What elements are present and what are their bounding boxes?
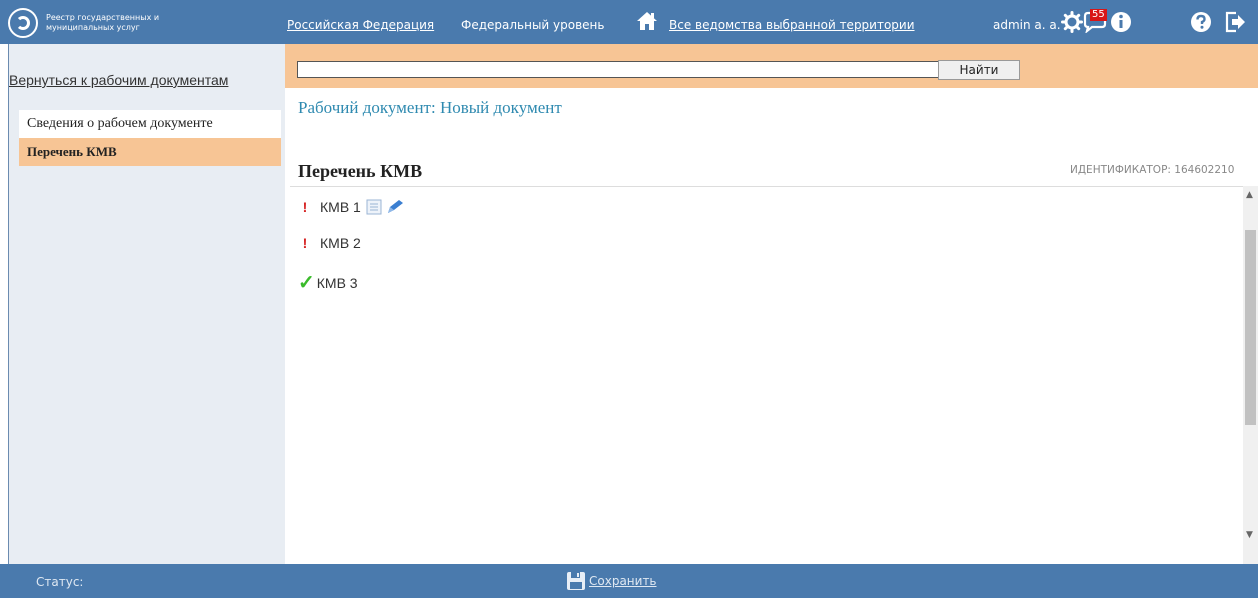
list-item[interactable]: ! КМВ 1	[290, 196, 405, 218]
home-icon[interactable]	[636, 10, 658, 32]
logo-text: Реестр государственных и муниципальных у…	[46, 13, 186, 33]
sidebar-item-document-info[interactable]: Сведения о рабочем документе	[19, 110, 281, 138]
user-name[interactable]: admin a. a.	[993, 18, 1061, 32]
status-footer: Статус: Сохранить	[0, 564, 1258, 598]
scroll-up-icon[interactable]: ▲	[1246, 190, 1253, 200]
scrollbar-thumb[interactable]	[1245, 230, 1256, 425]
kmv-label: КМВ 3	[316, 275, 358, 291]
logo-line-1: Реестр государственных и	[46, 13, 160, 22]
logo-line-2: муниципальных услуг	[46, 23, 140, 32]
territory-link[interactable]: Российская Федерация	[287, 18, 434, 32]
search-bar: Найти	[285, 44, 1258, 88]
kmv-label: КМВ 2	[320, 235, 361, 251]
save-button[interactable]: Сохранить	[566, 571, 657, 591]
document-title: Рабочий документ: Новый документ	[298, 98, 562, 117]
app-logo[interactable]: Реестр государственных и муниципальных у…	[8, 8, 268, 38]
help-icon[interactable]	[1190, 11, 1212, 33]
logo-icon	[8, 8, 38, 38]
warning-icon: !	[302, 199, 308, 215]
sidebar-nav: Сведения о рабочем документе Перечень КМ…	[19, 110, 281, 166]
kmv-label: КМВ 1	[320, 199, 361, 215]
scroll-down-icon[interactable]: ▼	[1246, 530, 1253, 540]
logout-icon[interactable]	[1224, 11, 1246, 33]
agencies-link[interactable]: Все ведомства выбранной территории	[669, 18, 915, 32]
save-label: Сохранить	[589, 574, 657, 588]
search-button[interactable]: Найти	[938, 60, 1020, 80]
left-sidebar: Вернуться к рабочим документам Сведения …	[8, 44, 285, 564]
document-identifier: ИДЕНТИФИКАТОР: 164602210	[1070, 164, 1235, 176]
notifications-badge: 55	[1090, 9, 1107, 21]
document-view-icon[interactable]	[365, 198, 383, 216]
list-item[interactable]: ! КМВ 2	[290, 232, 361, 254]
back-to-documents-link[interactable]: Вернуться к рабочим документам	[9, 72, 228, 88]
section-title: Перечень КМВ	[298, 161, 423, 181]
info-icon[interactable]	[1110, 11, 1132, 33]
settings-gear-icon[interactable]	[1061, 11, 1083, 33]
save-disk-icon	[567, 572, 585, 590]
sidebar-item-kmv-list[interactable]: Перечень КМВ	[19, 138, 281, 166]
top-bar: Реестр государственных и муниципальных у…	[0, 0, 1258, 44]
warning-icon: !	[302, 235, 308, 251]
level-link[interactable]: Федеральный уровень	[461, 18, 604, 32]
status-label: Статус:	[36, 575, 84, 589]
kmv-list: ! КМВ 1 ! КМВ 2 ✓ КМВ 3	[290, 186, 1243, 564]
search-input[interactable]	[297, 61, 942, 78]
list-item[interactable]: ✓ КМВ 3	[290, 272, 358, 294]
edit-pencil-icon[interactable]	[385, 198, 405, 216]
checkmark-icon: ✓	[298, 272, 315, 294]
